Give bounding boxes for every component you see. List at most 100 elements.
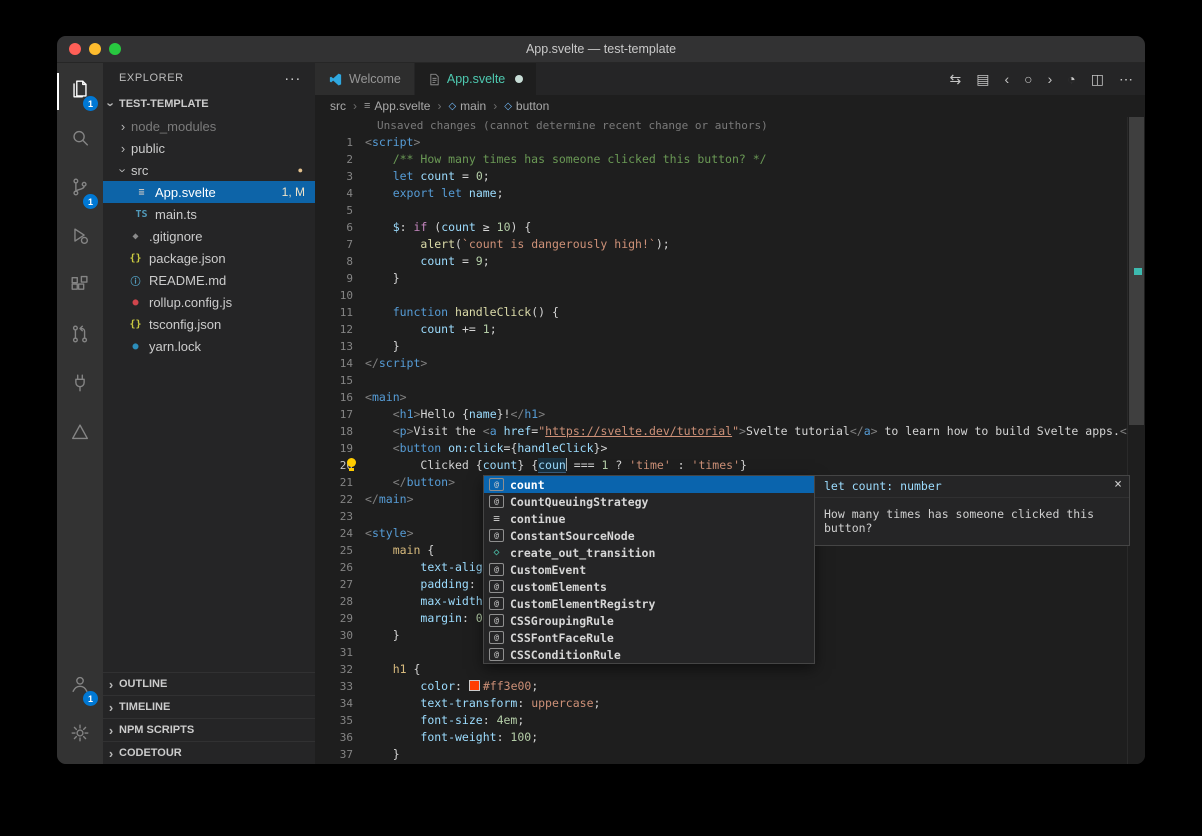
breadcrumb-main[interactable]: ◇main [448, 99, 486, 113]
editor-scrollbar[interactable] [1127, 117, 1145, 764]
next-change-icon[interactable]: › [1048, 72, 1053, 86]
suggest-item-icon: @ [489, 648, 504, 661]
suggest-item-label: CountQueuingStrategy [510, 495, 648, 509]
zoom-button[interactable] [109, 43, 121, 55]
split-editor-icon[interactable]: ◫ [1091, 72, 1104, 86]
color-swatch[interactable] [469, 680, 480, 691]
code-line-35[interactable]: 35 font-size: 4em; [315, 712, 1145, 729]
suggest-item-label: CSSConditionRule [510, 648, 621, 662]
activity-codetour[interactable] [57, 410, 103, 459]
activity-extensions[interactable] [57, 263, 103, 312]
symbol-icon: ◇ [504, 101, 512, 112]
close-icon[interactable]: × [1114, 477, 1122, 492]
activity-settings[interactable] [57, 711, 103, 760]
breadcrumb-app-svelte[interactable]: ≡App.svelte [364, 99, 430, 113]
suggest-item-cssconditionrule[interactable]: @ CSSConditionRule [484, 646, 814, 663]
activity-run-and-debug[interactable] [57, 214, 103, 263]
code-line-11[interactable]: 11 function handleClick() { [315, 304, 1145, 321]
tree-item-package-json[interactable]: {}package.json [103, 247, 315, 269]
code-line-14[interactable]: 14</script> [315, 355, 1145, 372]
code-line-1[interactable]: 1<script> [315, 134, 1145, 151]
code-line-37[interactable]: 37 } [315, 746, 1145, 763]
suggest-item-customelementregistry[interactable]: @CustomElementRegistry [484, 595, 814, 612]
code-line-9[interactable]: 9 } [315, 270, 1145, 287]
suggest-item-customelements[interactable]: @ customElements [484, 578, 814, 595]
tree-item-public[interactable]: ›public [103, 137, 315, 159]
code-line-34[interactable]: 34 text-transform: uppercase; [315, 695, 1145, 712]
code-line-12[interactable]: 12 count += 1; [315, 321, 1145, 338]
lightbulb-icon[interactable] [345, 458, 357, 472]
project-section-header[interactable]: › TEST-TEMPLATE [103, 93, 315, 115]
code-line-4[interactable]: 4 export let name; [315, 185, 1145, 202]
tab-app-svelte[interactable]: App.svelte [415, 63, 537, 95]
suggest-item-count[interactable]: @count [484, 476, 814, 493]
code-line-10[interactable]: 10 [315, 287, 1145, 304]
toggle-annotations-icon[interactable]: ○ [1024, 72, 1032, 86]
activity-remote-explorer[interactable] [57, 361, 103, 410]
tree-item-app-svelte[interactable]: ≡App.svelte1, M [103, 181, 315, 203]
suggest-item-countqueuingstrategy[interactable]: @ CountQueuingStrategy [484, 493, 814, 510]
tree-item-main-ts[interactable]: TSmain.ts [103, 203, 315, 225]
tree-item-tsconfig-json[interactable]: {}tsconfig.json [103, 313, 315, 335]
code-line-6[interactable]: 6 $: if (count ≥ 10) { [315, 219, 1145, 236]
code-line-7[interactable]: 7 alert(`count is dangerously high!`); [315, 236, 1145, 253]
activity-source-control[interactable]: 1 [57, 165, 103, 214]
title-bar[interactable]: App.svelte — test-template [57, 36, 1145, 63]
event-symbol-icon: @ [489, 580, 504, 593]
chevron-right-icon: › [103, 700, 119, 715]
suggest-item-continue[interactable]: ≡continue [484, 510, 814, 527]
close-button[interactable] [69, 43, 81, 55]
breadcrumb-src[interactable]: src [330, 99, 346, 113]
breadcrumb-button[interactable]: ◇button [504, 99, 549, 113]
previous-change-icon[interactable]: ‹ [1004, 72, 1009, 86]
activity-search[interactable] [57, 116, 103, 165]
code-line-36[interactable]: 36 font-weight: 100; [315, 729, 1145, 746]
code-line-5[interactable]: 5 [315, 202, 1145, 219]
chevron-right-icon: › [103, 723, 119, 738]
code-editor[interactable]: Unsaved changes (cannot determine recent… [315, 117, 1145, 764]
tree-item-src[interactable]: ›src● [103, 159, 315, 181]
activity-accounts[interactable]: 1 [57, 662, 103, 711]
code-line-18[interactable]: 18 <p>Visit the <a href="https://svelte.… [315, 423, 1145, 440]
code-line-33[interactable]: 33 color: #ff3e00; [315, 678, 1145, 695]
code-line-15[interactable]: 15 [315, 372, 1145, 389]
open-changes-icon[interactable]: ▤ [976, 72, 989, 86]
minimize-button[interactable] [89, 43, 101, 55]
suggest-item-cssfontfacerule[interactable]: @CSSFontFaceRule [484, 629, 814, 646]
suggest-item-customevent[interactable]: @CustomEvent [484, 561, 814, 578]
extensions-icon [69, 274, 91, 301]
code-line-20[interactable]: 20 Clicked {count} {coun === 1 ? 'time' … [315, 457, 1145, 474]
tree-item-readme-md[interactable]: ⓘREADME.md [103, 269, 315, 291]
section-timeline[interactable]: ›TIMELINE [103, 695, 315, 718]
code-line-2[interactable]: 2 /** How many times has someone clicked… [315, 151, 1145, 168]
tree-item-yarn-lock[interactable]: ●yarn.lock [103, 335, 315, 357]
tree-item-node-modules[interactable]: ›node_modules [103, 115, 315, 137]
file-heatmap-icon[interactable]: ◔ [1067, 72, 1075, 86]
section-outline[interactable]: ›OUTLINE [103, 672, 315, 695]
section-npm-scripts[interactable]: ›NPM SCRIPTS [103, 718, 315, 741]
event-symbol-icon: @ [489, 597, 504, 610]
suggest-item-icon: @ [489, 495, 504, 508]
suggest-item-constantsourcenode[interactable]: @ConstantSourceNode [484, 527, 814, 544]
line-number: 13 [315, 338, 353, 355]
code-line-16[interactable]: 16<main> [315, 389, 1145, 406]
symbol-icon: ◇ [448, 101, 456, 112]
section-codetour[interactable]: ›CODETOUR [103, 741, 315, 764]
more-actions-icon[interactable]: ⋯ [1119, 72, 1133, 86]
code-line-3[interactable]: 3 let count = 0; [315, 168, 1145, 185]
code-line-8[interactable]: 8 count = 9; [315, 253, 1145, 270]
suggest-item-label: customElements [510, 580, 607, 594]
suggest-item-create-out-transition[interactable]: ◇create_out_transition [484, 544, 814, 561]
suggest-item-icon: @ [489, 597, 504, 610]
suggest-item-cssgroupingrule[interactable]: @CSSGroupingRule [484, 612, 814, 629]
activity-github-pull-requests[interactable] [57, 312, 103, 361]
gitlens-compare-icon[interactable]: ⇆ [950, 72, 962, 86]
tree-item-rollup-config-js[interactable]: ●rollup.config.js [103, 291, 315, 313]
more-actions-icon[interactable]: ··· [284, 70, 301, 87]
tab-welcome[interactable]: Welcome [315, 63, 415, 95]
code-line-17[interactable]: 17 <h1>Hello {name}!</h1> [315, 406, 1145, 423]
tree-item-gitignore[interactable]: ◆.gitignore [103, 225, 315, 247]
code-line-13[interactable]: 13 } [315, 338, 1145, 355]
code-line-19[interactable]: 19 <button on:click={handleClick}> [315, 440, 1145, 457]
activity-explorer[interactable]: 1 [57, 67, 103, 116]
